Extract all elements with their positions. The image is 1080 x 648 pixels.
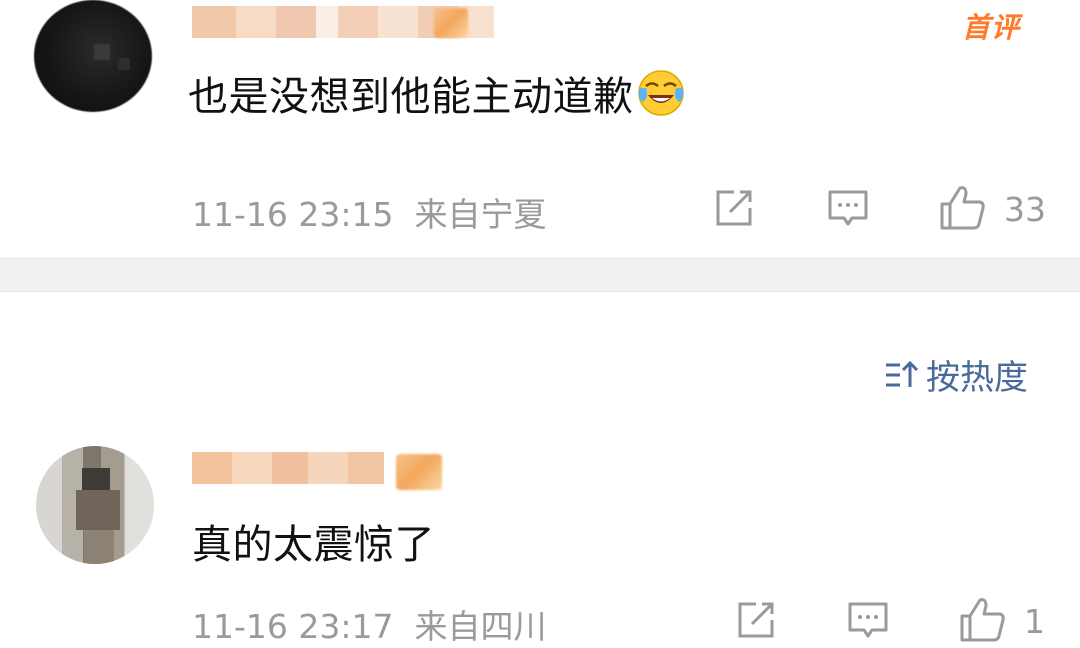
comment-time: 11-16 23:17 [192,607,394,646]
section-divider [0,258,1080,292]
comment-meta: 11-16 23:17 来自四川 [192,600,546,648]
comment-text: 真的太震惊了 [192,522,435,568]
comment-location: 来自四川 [414,607,547,646]
avatar[interactable] [34,0,152,112]
comment-text-content: 也是没想到他能主动道歉 [188,74,634,120]
vip-badge-blurred [434,8,468,38]
comment-time: 11-16 23:15 [192,195,394,234]
vip-badge-blurred [396,454,442,490]
like-count: 1 [1024,602,1045,641]
like-count: 33 [1004,190,1046,229]
like-icon[interactable] [958,594,1008,644]
sort-icon [886,360,919,387]
like-icon[interactable] [938,182,988,232]
share-icon[interactable] [734,598,778,642]
comment-location: 来自宁夏 [414,195,547,234]
comment-item: 首评 也是没想到他能主动道歉 11-16 23:15 来自宁夏 33 [0,0,1080,258]
comment-meta: 11-16 23:15 来自宁夏 [192,188,546,236]
share-icon[interactable] [712,186,756,230]
first-comment-tag: 首评 [962,11,1021,44]
comment-text: 也是没想到他能主动道歉 [188,64,686,122]
laughing-crying-emoji-icon [637,70,684,116]
username-blurred[interactable] [192,452,384,484]
comment-icon[interactable] [846,598,890,642]
avatar[interactable] [36,446,154,564]
sort-by-hot-button[interactable]: 按热度 [884,350,1028,399]
sort-label: 按热度 [926,358,1028,398]
comment-icon[interactable] [826,186,870,230]
